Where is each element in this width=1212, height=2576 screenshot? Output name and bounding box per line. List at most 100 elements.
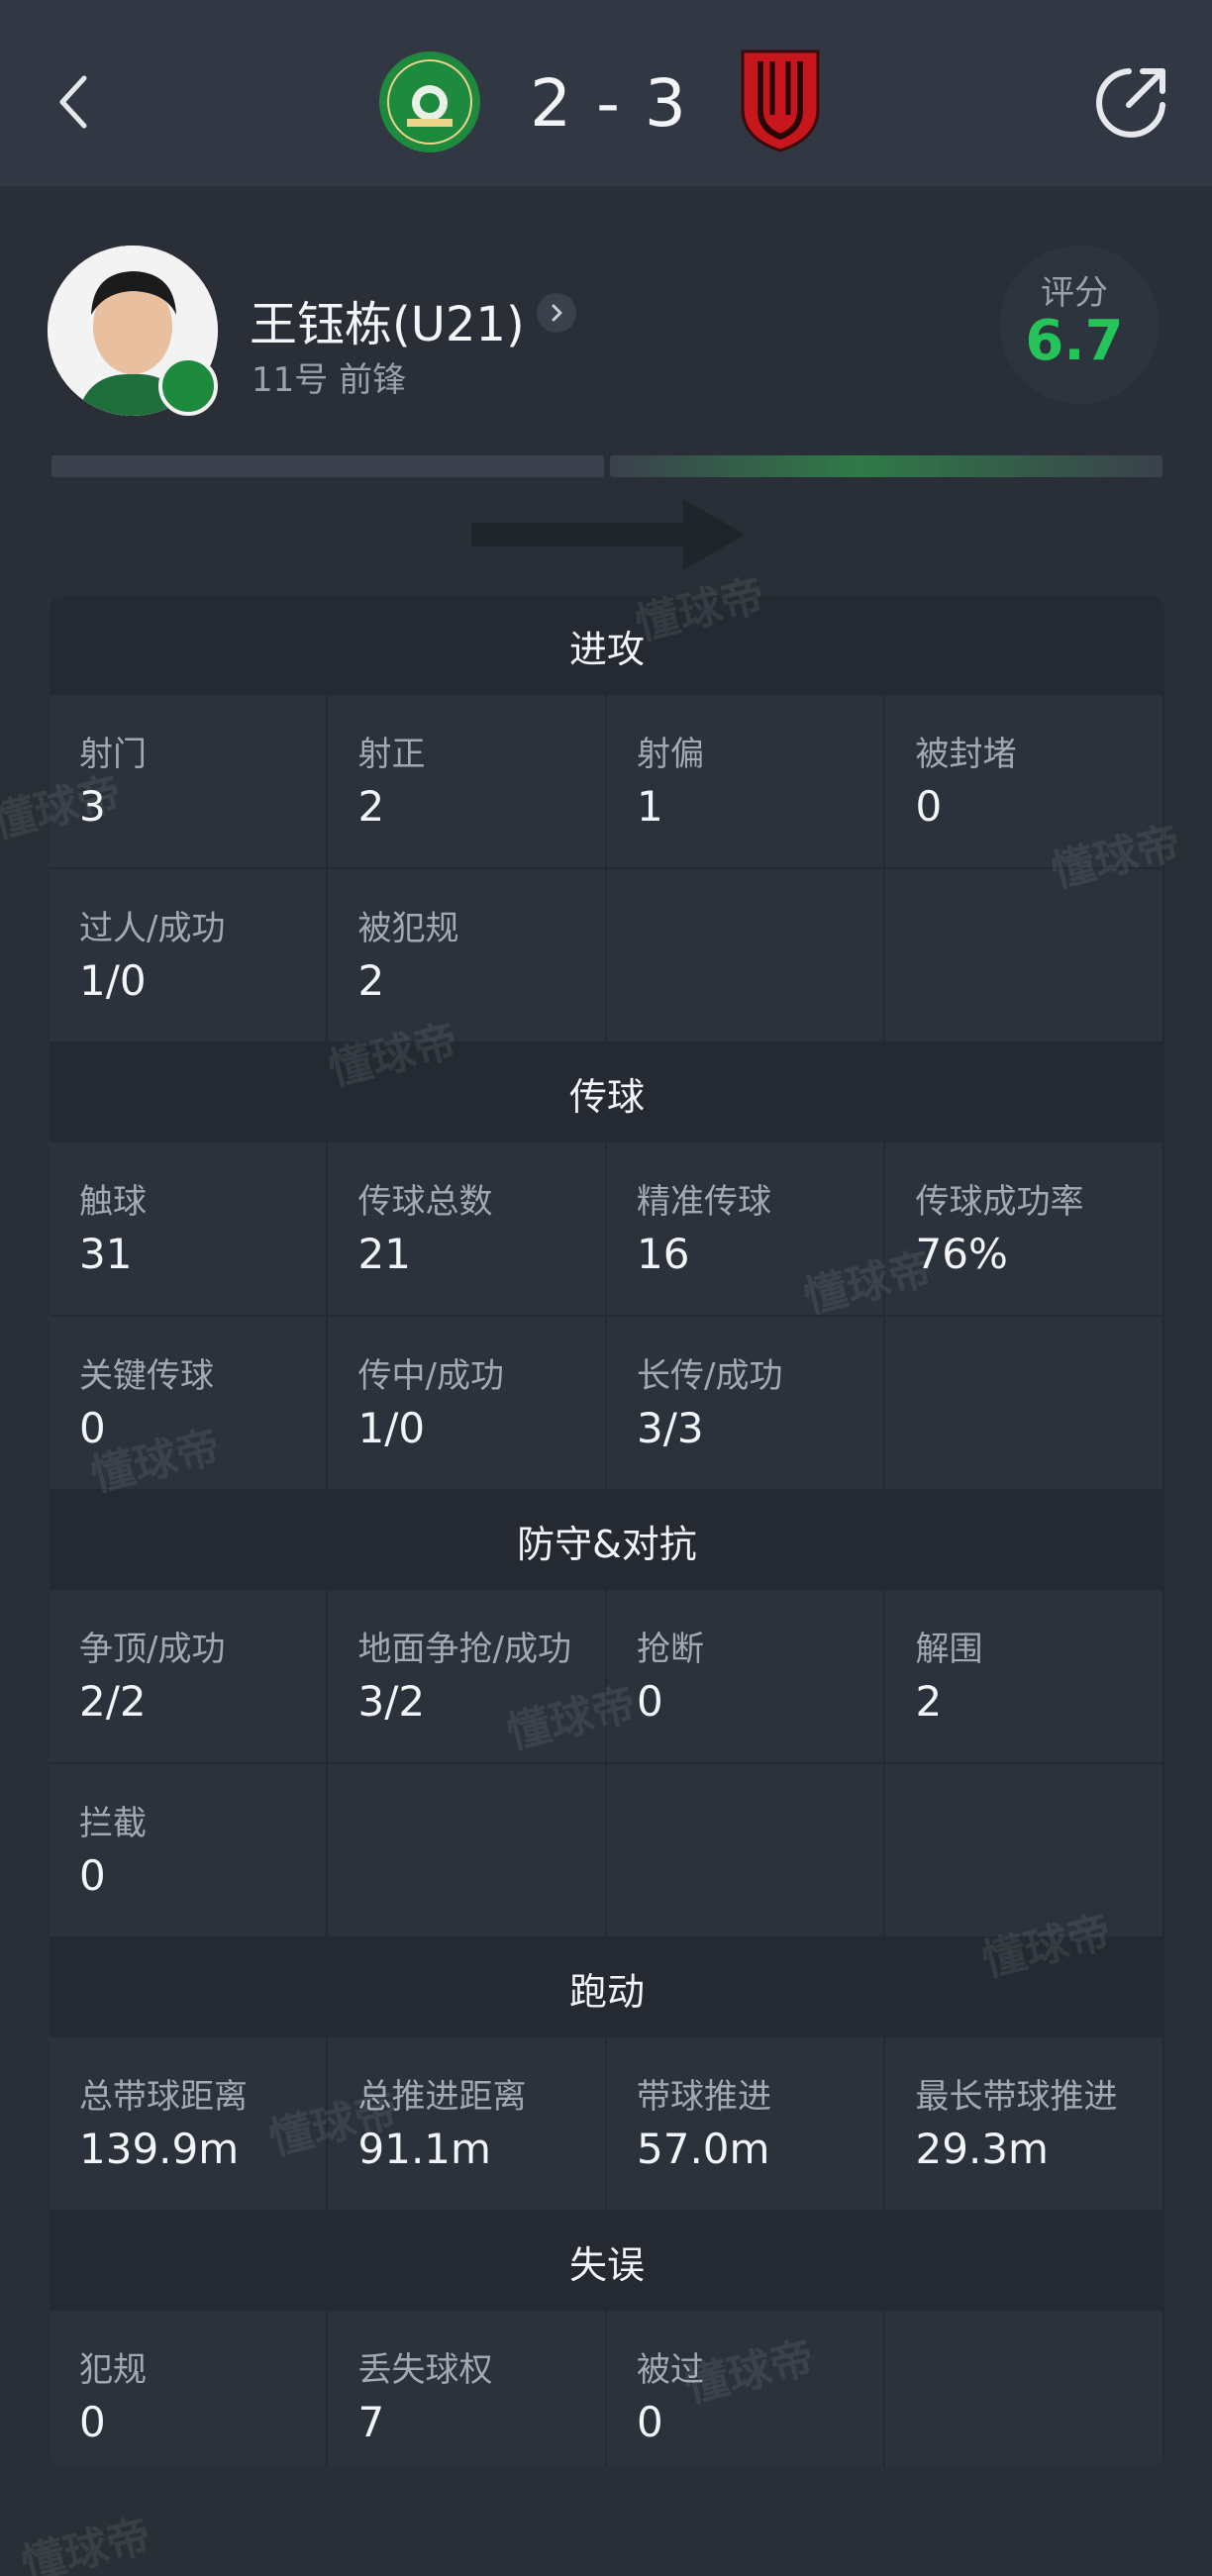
chevron-right-icon — [552, 304, 562, 322]
stat-cell: 精准传球 16 — [607, 1142, 885, 1317]
stat-label: 射偏 — [637, 735, 704, 774]
stat-label: 总推进距离 — [357, 2077, 527, 2117]
stat-cell — [885, 869, 1164, 1043]
stat-value: 2 — [357, 956, 385, 1005]
stat-label: 丢失球权 — [357, 2350, 493, 2390]
stat-cell: 传中/成功 1/0 — [328, 1317, 607, 1491]
stat-cell: 触球 31 — [50, 1142, 328, 1317]
stat-cell — [885, 1317, 1164, 1491]
stat-cell: 传球总数 21 — [328, 1142, 607, 1317]
player-name[interactable]: 王钰栋(U21) — [250, 285, 525, 354]
stat-value: 0 — [79, 2398, 106, 2446]
section-header: 跑动 — [50, 1938, 1164, 2037]
stat-value: 0 — [79, 1851, 106, 1900]
stat-cell: 过人/成功 1/0 — [50, 869, 328, 1043]
stat-label: 被封堵 — [915, 735, 1017, 774]
stat-value: 0 — [915, 782, 943, 831]
top-bar: 2 - 3 — [0, 0, 1212, 186]
stat-value: 31 — [79, 1230, 133, 1278]
stat-label: 传中/成功 — [357, 1356, 504, 1396]
stats-card: 进攻 射门 3 射正 2 射偏 1 被封堵 0 过人/成功 1/0 被犯规 2 传球 触球 31 传球总数 21 精… — [50, 596, 1164, 2467]
back-button[interactable] — [40, 57, 109, 147]
stat-cell: 射偏 1 — [607, 695, 885, 869]
stat-cell: 总带球距离 139.9m — [50, 2037, 328, 2212]
stat-value: 1/0 — [79, 956, 147, 1005]
stat-cell: 被封堵 0 — [885, 695, 1164, 869]
stat-label: 带球推进 — [637, 2077, 771, 2117]
stat-cell — [885, 1764, 1164, 1938]
back-icon — [59, 75, 87, 129]
stat-value: 21 — [357, 1230, 411, 1278]
strip-segment-right — [610, 455, 1162, 477]
match-score: 2 - 3 — [530, 65, 688, 142]
rating-value: 6.7 — [1025, 309, 1124, 373]
stat-label: 拦截 — [79, 1804, 147, 1843]
stat-label: 解围 — [915, 1630, 983, 1669]
stat-cell: 传球成功率 76% — [885, 1142, 1164, 1317]
stat-cell — [607, 1764, 885, 1938]
stat-cell: 射门 3 — [50, 695, 328, 869]
home-team-logo[interactable] — [379, 51, 480, 152]
direction-arrow-icon — [471, 499, 745, 570]
section-header: 防守&对抗 — [50, 1491, 1164, 1590]
stat-label: 地面争抢/成功 — [357, 1630, 571, 1669]
stat-value: 16 — [637, 1230, 690, 1278]
section-header: 进攻 — [50, 596, 1164, 695]
stat-cell: 丢失球权 7 — [329, 2311, 607, 2467]
stat-value: 3 — [79, 782, 106, 831]
stat-label: 传球总数 — [357, 1182, 493, 1222]
stat-label: 关键传球 — [79, 1356, 214, 1396]
share-button[interactable] — [1089, 61, 1172, 145]
player-header: 王钰栋(U21) 11号 前锋 评分 6.7 — [0, 186, 1212, 463]
stat-label: 被过 — [637, 2350, 704, 2390]
stat-value: 76% — [915, 1230, 1008, 1278]
stat-cell: 拦截 0 — [50, 1764, 328, 1938]
stat-cell: 带球推进 57.0m — [607, 2037, 885, 2212]
away-team-logo-icon — [741, 50, 820, 152]
rating-strip — [51, 455, 1162, 477]
stat-label: 传球成功率 — [915, 1182, 1084, 1222]
stat-cell: 犯规 0 — [50, 2311, 328, 2467]
rating-label: 评分 — [1041, 273, 1108, 313]
stat-label: 最长带球推进 — [915, 2077, 1118, 2117]
stat-cell: 被犯规 2 — [328, 869, 607, 1043]
stat-cell — [886, 2311, 1164, 2467]
player-number-position: 11号 前锋 — [252, 360, 407, 400]
stat-label: 触球 — [79, 1182, 147, 1222]
stat-value: 3/2 — [357, 1677, 426, 1726]
stat-label: 长传/成功 — [637, 1356, 783, 1396]
watermark: 懂球帝 — [16, 2510, 156, 2576]
stat-value: 0 — [79, 1404, 106, 1452]
stat-label: 精准传球 — [637, 1182, 771, 1222]
stat-cell: 抢断 0 — [607, 1590, 885, 1764]
stat-value: 91.1m — [357, 2125, 491, 2173]
section-header: 传球 — [50, 1043, 1164, 1142]
stat-value: 1 — [637, 782, 663, 831]
stat-label: 射门 — [79, 735, 147, 774]
away-team-logo[interactable] — [739, 48, 822, 154]
player-detail-button[interactable] — [537, 293, 576, 333]
share-icon — [1096, 68, 1165, 138]
stat-value: 29.3m — [915, 2125, 1049, 2173]
stat-label: 过人/成功 — [79, 909, 226, 948]
stat-value: 7 — [357, 2398, 385, 2446]
player-team-badge — [158, 356, 218, 416]
stat-value: 57.0m — [637, 2125, 770, 2173]
stat-label: 犯规 — [79, 2350, 147, 2390]
stat-value: 0 — [637, 1677, 663, 1726]
stat-cell — [328, 1764, 607, 1938]
stat-label: 射正 — [357, 735, 426, 774]
stat-cell: 总推进距离 91.1m — [328, 2037, 607, 2212]
home-team-logo-icon — [381, 53, 478, 150]
stat-value: 1/0 — [357, 1404, 426, 1452]
stat-cell: 射正 2 — [328, 695, 607, 869]
stat-label: 总带球距离 — [79, 2077, 248, 2117]
stat-cell: 关键传球 0 — [50, 1317, 328, 1491]
stat-cell: 争顶/成功 2/2 — [50, 1590, 328, 1764]
stat-cell: 地面争抢/成功 3/2 — [328, 1590, 607, 1764]
stat-value: 2 — [357, 782, 385, 831]
stat-cell — [607, 869, 885, 1043]
stat-cell: 最长带球推进 29.3m — [885, 2037, 1164, 2212]
stat-cell: 长传/成功 3/3 — [607, 1317, 885, 1491]
stat-value: 2/2 — [79, 1677, 147, 1726]
